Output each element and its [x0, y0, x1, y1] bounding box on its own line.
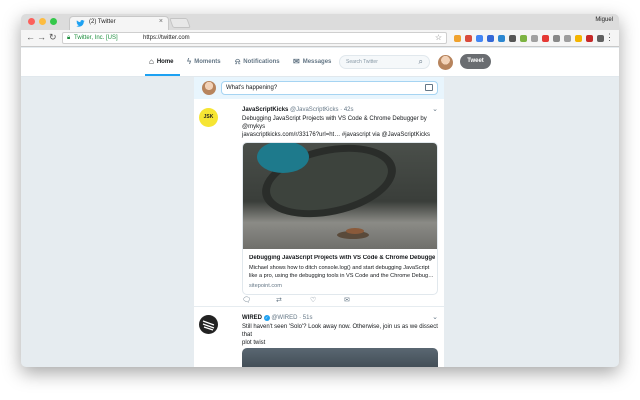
search-input[interactable]: Search Twitter ⌕ — [339, 55, 430, 69]
card-description: Michael shows how to ditch console.log()… — [249, 264, 435, 280]
extension-icon[interactable] — [487, 35, 494, 42]
extension-icon[interactable] — [575, 35, 582, 42]
tweet-header: JavaScriptKicks @JavaScriptKicks · 42s — [242, 107, 354, 113]
reload-icon[interactable]: ↻ — [49, 32, 57, 43]
home-icon: ⌂ — [149, 57, 154, 66]
nav-moments-label: Moments — [194, 59, 221, 65]
nav-home-label: Home — [156, 59, 174, 65]
extension-icon[interactable] — [597, 35, 604, 42]
search-placeholder: Search Twitter — [346, 59, 378, 65]
tweet-author-handle[interactable]: @WIRED — [271, 315, 297, 321]
retweet-icon[interactable]: ⇄ — [276, 296, 282, 304]
browser-menu-icon[interactable]: ⋮ — [605, 32, 614, 43]
tweet-author-name[interactable]: JavaScriptKicks — [242, 107, 288, 113]
new-tab-button[interactable] — [169, 18, 191, 28]
card-description-line: like a pro, using the debugging tools in… — [249, 273, 434, 279]
extension-icon[interactable] — [531, 35, 538, 42]
tweet-header: WIRED ✓ @WIRED · 51s — [242, 315, 312, 321]
timeline: What's happening? JSK JavaScriptKicks @J… — [194, 77, 444, 367]
lightning-icon: ϟ — [187, 57, 192, 66]
nav-notifications-label: Notifications — [243, 59, 280, 65]
tweet-button[interactable]: Tweet — [460, 54, 491, 69]
url-text[interactable]: https://twitter.com — [143, 35, 190, 41]
back-arrow-icon[interactable]: ← — [26, 32, 35, 42]
avatar — [202, 81, 216, 95]
tab-close-icon[interactable]: × — [159, 18, 163, 25]
shoe-sole-image — [257, 143, 396, 239]
link-card[interactable]: Debugging JavaScript Projects with VS Co… — [242, 142, 438, 295]
browser-window: (2) Twitter × Miguel ← → ↻ 🔒︎ Twitter, I… — [21, 14, 619, 367]
twitter-bird-icon — [76, 20, 85, 27]
lock-icon: 🔒︎ — [67, 35, 71, 41]
tab-title: (2) Twitter — [89, 19, 116, 25]
extension-icon[interactable] — [509, 35, 516, 42]
bell-icon: ⍾ — [235, 57, 241, 66]
tweet-text: Debugging JavaScript Projects with VS Co… — [242, 115, 438, 139]
bookmark-star-icon[interactable]: ☆ — [435, 33, 442, 42]
browser-tab-twitter[interactable]: (2) Twitter × — [69, 16, 169, 30]
tab-strip: (2) Twitter × Miguel — [21, 14, 619, 30]
compose-input[interactable]: What's happening? — [221, 81, 438, 95]
minimize-window-button[interactable] — [39, 18, 46, 25]
tweet-text: Still haven't seen 'Solo'? Look away now… — [242, 323, 438, 347]
chevron-down-icon[interactable]: ⌄ — [432, 313, 438, 321]
extension-icon[interactable] — [465, 35, 472, 42]
twitter-header: ⌂ Home ϟ Moments ⍾ Notifications ✉ Messages … — [21, 48, 619, 77]
nav-messages-label: Messages — [302, 59, 332, 65]
verified-badge-icon: ✓ — [263, 315, 270, 321]
add-photo-icon[interactable] — [425, 84, 433, 91]
profile-avatar[interactable] — [438, 55, 453, 70]
tweet-actions: 🗨︎ ⇄ ♡ ✉ — [242, 296, 372, 304]
extension-icon[interactable] — [498, 35, 505, 42]
tweet-text-line: Still haven't seen 'Solo'? Look away now… — [242, 324, 438, 338]
chevron-down-icon[interactable]: ⌄ — [432, 105, 438, 113]
extension-icon[interactable] — [553, 35, 560, 42]
tweet-time[interactable]: · 51s — [299, 315, 312, 321]
browser-toolbar: ← → ↻ 🔒︎ Twitter, Inc. [US] https://twit… — [21, 30, 619, 47]
card-image — [243, 143, 437, 249]
envelope-icon: ✉ — [293, 57, 300, 66]
search-icon[interactable]: ⌕ — [419, 57, 423, 67]
profile-name[interactable]: Miguel — [595, 17, 613, 23]
extension-icon[interactable] — [520, 35, 527, 42]
avatar[interactable] — [199, 315, 218, 334]
extension-icon[interactable] — [476, 35, 483, 42]
tweet-author-name[interactable]: WIRED — [242, 315, 262, 321]
extension-icon[interactable] — [454, 35, 461, 42]
tweet[interactable]: WIRED ✓ @WIRED · 51s ⌄ Still haven't see… — [194, 308, 444, 367]
extension-icon[interactable] — [542, 35, 549, 42]
reply-icon[interactable]: 🗨︎ — [242, 296, 251, 304]
nav-messages[interactable]: ✉ Messages — [293, 57, 331, 66]
nav-home[interactable]: ⌂ Home — [149, 57, 174, 66]
site-identity[interactable]: Twitter, Inc. [US] — [74, 35, 118, 41]
card-title[interactable]: Debugging JavaScript Projects with VS Co… — [249, 255, 435, 261]
wired-logo-icon — [202, 320, 215, 331]
card-description-line: Michael shows how to ditch console.log()… — [249, 265, 430, 271]
extension-icon[interactable] — [586, 35, 593, 42]
tweet-text-line: javascriptkicks.com/r/33176?url=ht… #jav… — [242, 132, 430, 138]
tweet-author-handle[interactable]: @JavaScriptKicks — [290, 107, 338, 113]
extension-icon[interactable] — [564, 35, 571, 42]
heart-icon[interactable]: ♡ — [310, 296, 316, 304]
address-bar[interactable]: 🔒︎ Twitter, Inc. [US] https://twitter.co… — [62, 32, 447, 44]
tweet-image[interactable] — [242, 348, 438, 367]
active-tab-indicator — [145, 74, 180, 76]
close-window-button[interactable] — [28, 18, 35, 25]
tweet-time[interactable]: · 42s — [340, 107, 353, 113]
avatar[interactable]: JSK — [199, 108, 218, 127]
tweet-text-line: plot twist — [242, 340, 266, 346]
nav-notifications[interactable]: ⍾ Notifications — [235, 57, 280, 67]
compose-placeholder: What's happening? — [226, 85, 278, 91]
direct-message-icon[interactable]: ✉ — [344, 296, 350, 304]
tweet-text-line: Debugging JavaScript Projects with VS Co… — [242, 116, 427, 130]
tweet[interactable]: JSK JavaScriptKicks @JavaScriptKicks · 4… — [194, 100, 444, 307]
nav-moments[interactable]: ϟ Moments — [187, 57, 221, 66]
maximize-window-button[interactable] — [50, 18, 57, 25]
compose-box: What's happening? — [194, 77, 444, 99]
card-domain: sitepoint.com — [249, 283, 282, 289]
forward-arrow-icon[interactable]: → — [37, 32, 46, 42]
